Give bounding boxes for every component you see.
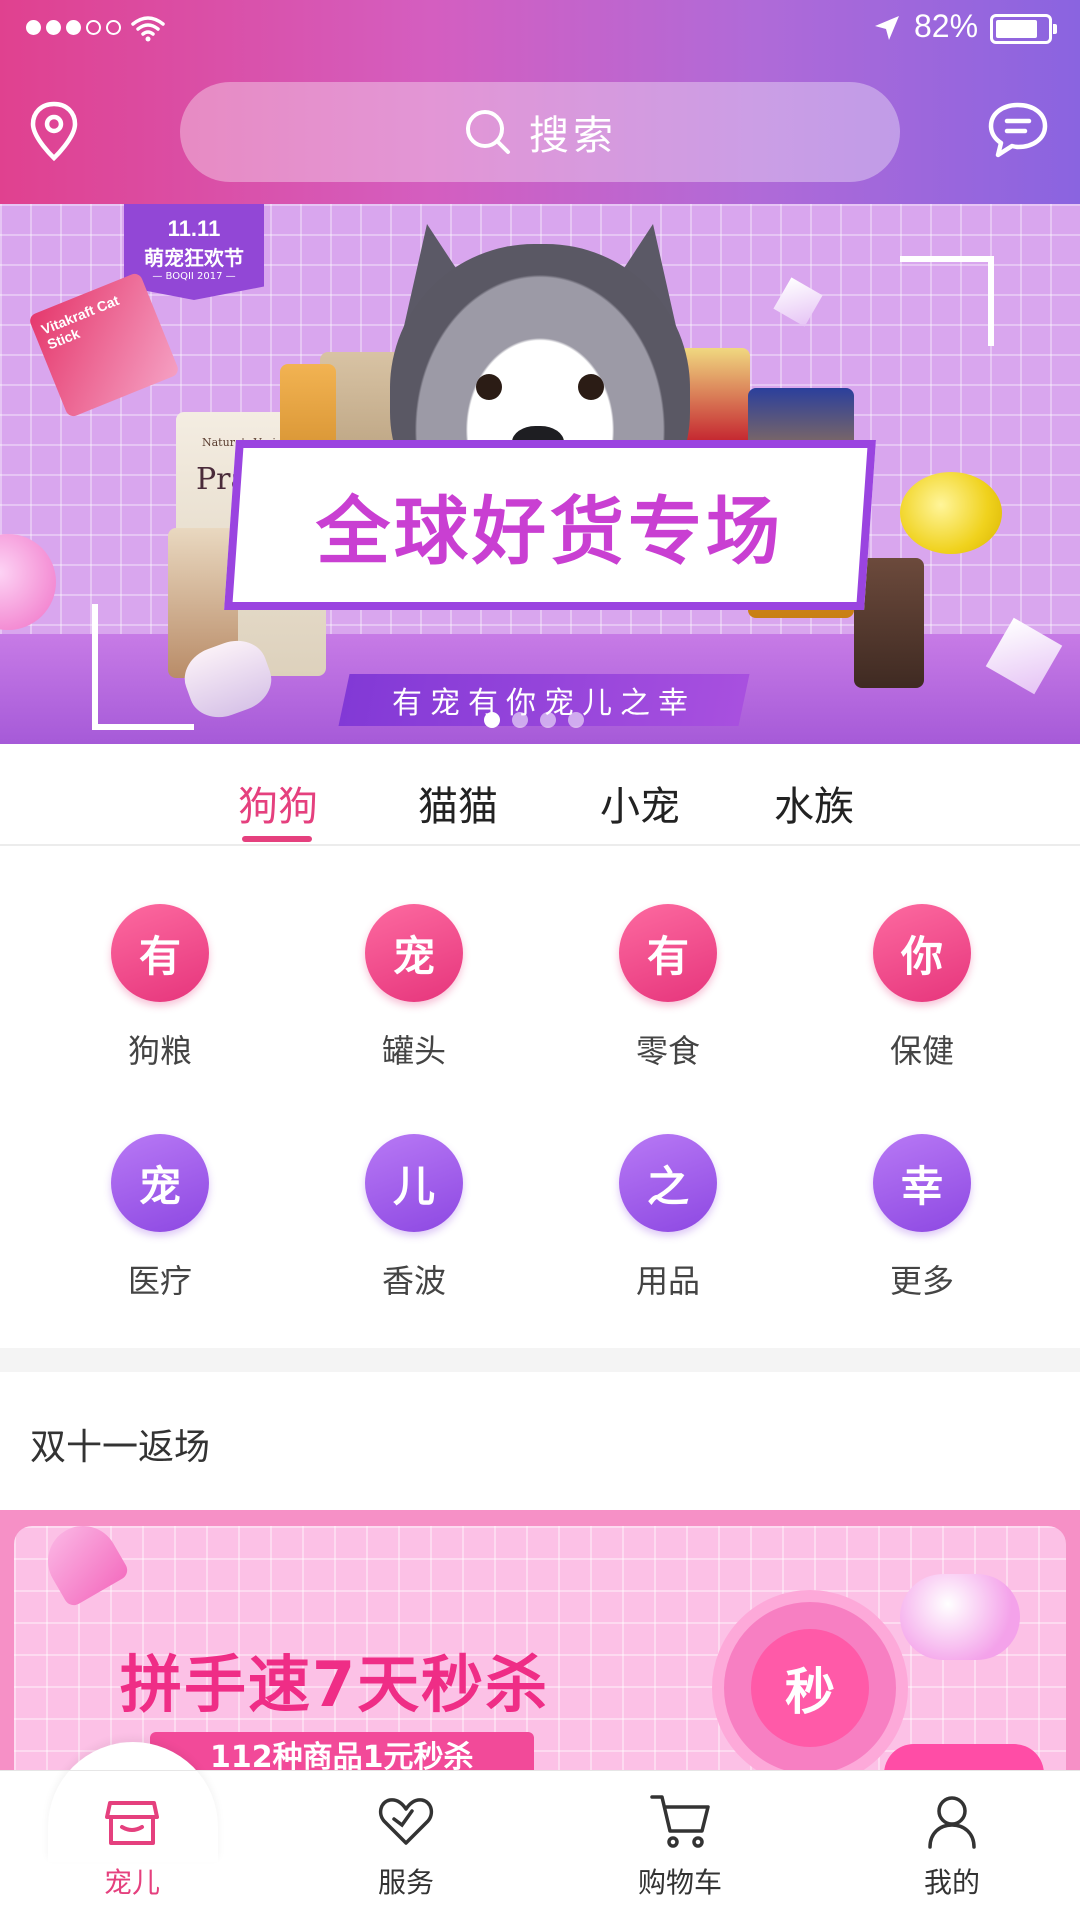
message-icon[interactable] [986,100,1050,160]
clock-label: 秒 [751,1629,869,1747]
category-label: 香波 [381,1262,446,1300]
search-icon [466,110,510,154]
category-icon: 之 [619,1134,717,1232]
cloud-mascot-decoration [900,1574,1020,1660]
search-placeholder: 搜索 [529,113,617,159]
category-label: 狗粮 [127,1032,192,1070]
category-icon: 有 [111,904,209,1002]
cat-treat-package-image: Vitakraft Cat Stick [27,271,181,419]
promo-banner-carousel[interactable]: 11.11 萌宠狂欢节 — BOQII 2017 — Vitakraft Cat… [0,204,1080,744]
category-item-supplies[interactable]: 之 用品 [588,1134,748,1302]
active-tab-indicator [242,836,312,842]
nav-item-profile[interactable]: 我的 [872,1791,1032,1901]
wifi-icon [131,16,165,42]
category-item-dog-food[interactable]: 有 狗粮 [80,904,240,1072]
section-title: 双十一返场 [30,1427,211,1468]
search-bar[interactable]: 搜索 [180,82,900,182]
dog-eye [578,374,604,400]
planet-decoration [0,534,56,630]
nav-label: 宠儿 [103,1866,160,1899]
battery-icon [990,14,1057,44]
category-icon: 幸 [873,1134,971,1232]
carousel-indicator[interactable] [484,712,584,728]
user-icon [928,1796,976,1849]
nav-label: 服务 [377,1866,434,1899]
event-date: 11.11 [167,216,221,241]
category-icon: 有 [619,904,717,1002]
yellow-frisbee-image [900,472,1002,554]
category-item-shampoo[interactable]: 儿 香波 [334,1134,494,1302]
tab-dog[interactable]: 狗狗 [238,774,318,832]
event-sub: — BOQII 2017 — [152,271,236,282]
carousel-dot[interactable] [484,712,500,728]
category-label: 更多 [889,1262,954,1300]
category-item-more[interactable]: 幸 更多 [842,1134,1002,1302]
app-header: 82% 搜索 [0,0,1080,204]
flash-sale-banner[interactable]: 拼手速7天秒杀 112种商品1元秒杀 秒 [0,1510,1080,1770]
category-item-medical[interactable]: 宠 医疗 [80,1134,240,1302]
event-name: 萌宠狂欢节 [144,246,244,270]
category-label: 用品 [635,1262,700,1300]
bottom-navigation: 宠儿 服务 购物车 我的 [0,1770,1080,1921]
heart-icon [378,1798,434,1845]
carousel-dot[interactable] [540,712,556,728]
nav-item-service[interactable]: 服务 [326,1791,486,1901]
nav-label: 我的 [923,1866,980,1899]
category-label: 医疗 [127,1262,192,1300]
battery-percentage: 82% [914,8,979,44]
category-label: 保健 [889,1032,954,1070]
flash-sale-title: 拼手速7天秒杀 [120,1648,550,1721]
cart-icon [650,1795,710,1848]
cube-decoration [773,277,823,327]
category-icon: 儿 [365,1134,463,1232]
carousel-dot[interactable] [568,712,584,728]
category-icon: 宠 [111,1134,209,1232]
tab-aquatic[interactable]: 水族 [774,774,854,832]
category-label: 零食 [635,1032,700,1070]
shop-icon [105,1801,159,1845]
category-label: 罐头 [381,1032,446,1070]
nav-label: 购物车 [637,1866,722,1899]
category-icon: 宠 [365,904,463,1002]
banner-title: 全球好货专场 [316,488,784,575]
category-item-health[interactable]: 你 保健 [842,904,1002,1072]
cellular-signal-icon [26,20,121,35]
category-item-canned[interactable]: 宠 罐头 [334,904,494,1072]
section-divider [0,1348,1080,1372]
tab-small-pet[interactable]: 小宠 [600,774,680,832]
carousel-dot[interactable] [512,712,528,728]
status-bar: 82% [0,0,1080,60]
dog-eye [476,374,502,400]
banner-title-box: 全球好货专场 [224,440,876,610]
cat-treat-label: Vitakraft Cat Stick [38,291,122,353]
flash-sale-subtitle: 112种商品1元秒杀 [150,1732,534,1770]
category-icon: 你 [873,904,971,1002]
tab-cat[interactable]: 猫猫 [418,774,498,832]
location-arrow-icon [875,16,899,40]
bracket-decoration-top-right [900,256,994,346]
pet-category-tabs: 狗狗 猫猫 小宠 水族 [0,744,1080,846]
location-pin-icon[interactable] [28,100,80,164]
category-item-snacks[interactable]: 有 零食 [588,904,748,1072]
promo-pill-decoration [884,1744,1044,1770]
nav-item-home[interactable]: 宠儿 [52,1791,212,1901]
nav-item-cart[interactable]: 购物车 [600,1791,760,1901]
